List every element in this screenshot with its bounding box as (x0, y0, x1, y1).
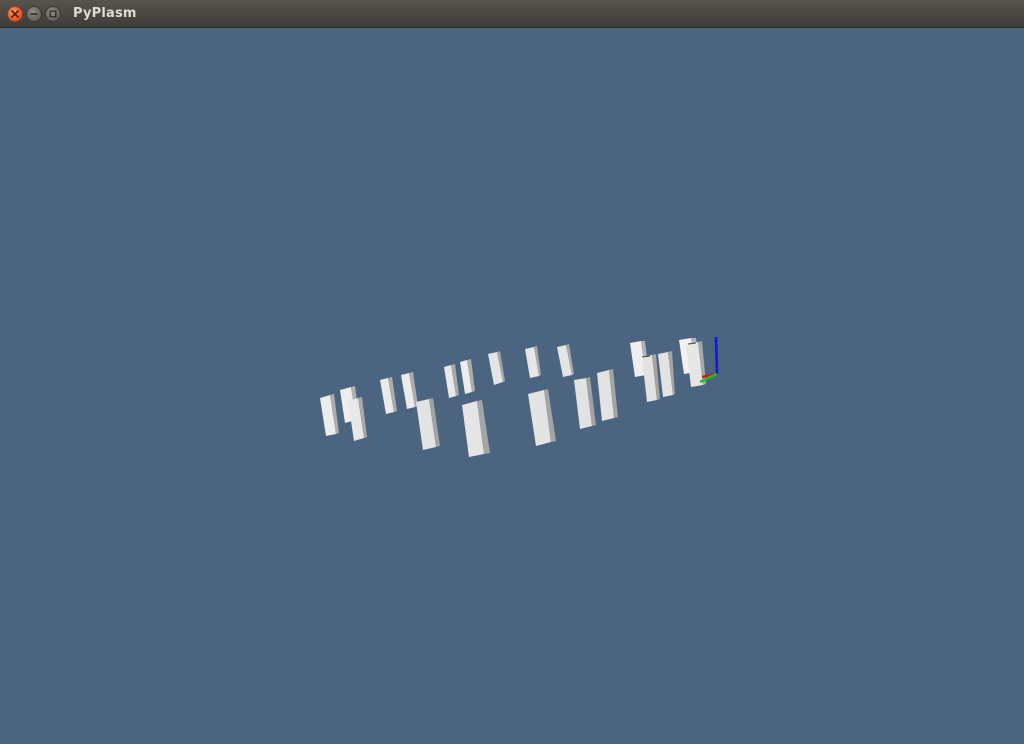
window-title: PyPlasm (73, 6, 137, 21)
block (525, 346, 541, 378)
maximize-icon (49, 10, 57, 18)
close-button[interactable] (7, 6, 23, 22)
minimize-button[interactable] (26, 6, 42, 22)
block (574, 377, 596, 429)
title-bar[interactable]: PyPlasm (0, 0, 1024, 28)
block (348, 397, 367, 441)
block (488, 351, 505, 385)
block (528, 389, 556, 446)
block (642, 354, 660, 402)
block (460, 359, 475, 394)
minimize-icon (30, 13, 38, 15)
block (380, 377, 397, 414)
pyplasm-window: PyPlasm (0, 0, 1024, 744)
block (462, 400, 490, 457)
3d-viewport[interactable] (0, 28, 1024, 744)
maximize-button[interactable] (45, 6, 61, 22)
block (416, 398, 440, 450)
blocks-group (320, 338, 706, 457)
scene-render (320, 336, 719, 457)
close-icon (11, 10, 19, 18)
block (557, 344, 574, 377)
block (320, 394, 339, 436)
block (597, 369, 618, 421)
z-axis-line (714, 336, 719, 375)
block (401, 372, 418, 409)
block (444, 364, 459, 398)
block (658, 351, 675, 397)
